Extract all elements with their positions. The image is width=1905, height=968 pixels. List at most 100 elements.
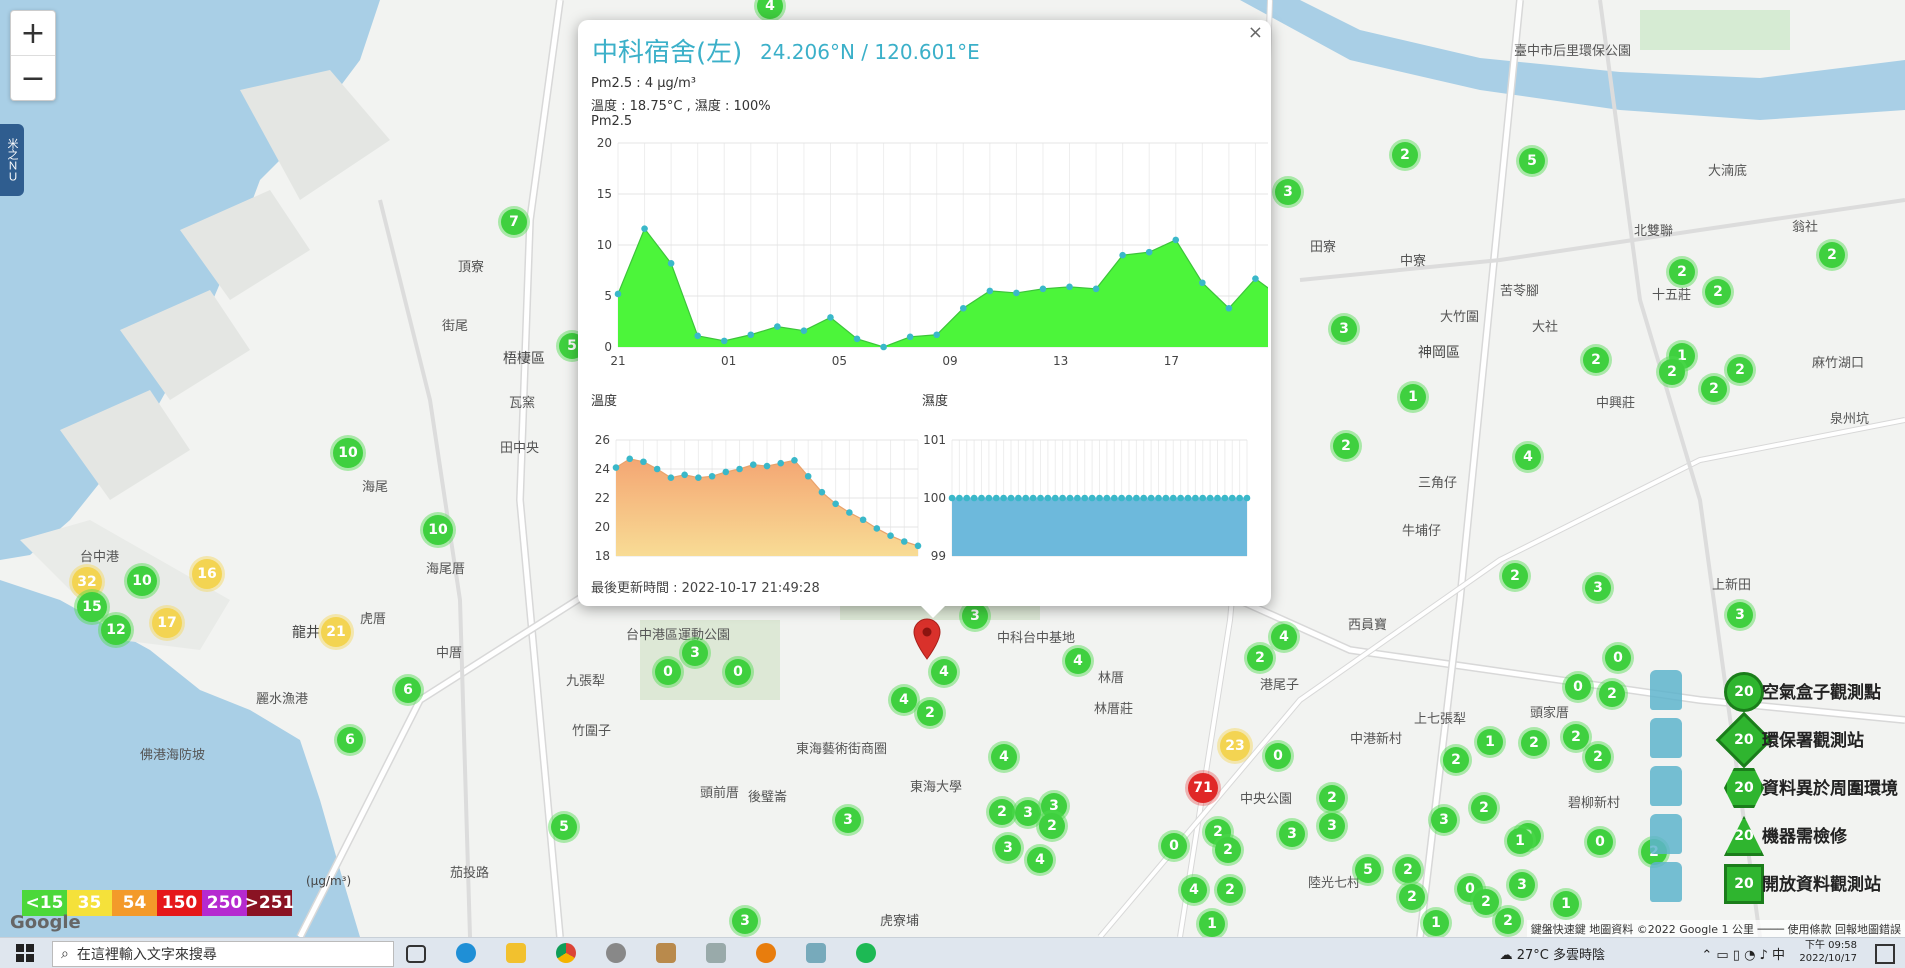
station-cluster-marker[interactable]: 4 (1271, 624, 1297, 650)
station-cluster-marker[interactable]: 10 (127, 566, 157, 596)
station-cluster-marker[interactable]: 4 (991, 744, 1017, 770)
app-icon-b[interactable] (656, 943, 676, 963)
station-cluster-marker[interactable]: 2 (1502, 563, 1528, 589)
side-panel-tab[interactable]: 米之ＮＵ (0, 124, 24, 196)
station-cluster-marker[interactable]: 2 (1521, 730, 1547, 756)
station-cluster-marker[interactable]: 3 (1431, 807, 1457, 833)
station-cluster-marker[interactable]: 2 (1333, 433, 1359, 459)
station-cluster-marker[interactable]: 0 (655, 659, 681, 685)
station-cluster-marker[interactable]: 7 (501, 209, 527, 235)
station-cluster-marker[interactable]: 23 (1220, 731, 1250, 761)
map-canvas[interactable]: 梧棲區 神岡區 龍井 臺中市后里環保公園 頂寮 街尾 瓦窯 田中央 海尾 海尾厝 虎厝 中厝 九張犁 竹圍… (0, 0, 1905, 937)
station-cluster-marker[interactable]: 2 (989, 799, 1015, 825)
station-cluster-marker[interactable]: 2 (1701, 376, 1727, 402)
station-cluster-marker[interactable]: 2 (1392, 142, 1418, 168)
notification-icon[interactable] (1875, 944, 1895, 964)
station-cluster-marker[interactable]: 3 (835, 807, 861, 833)
station-cluster-marker[interactable]: 1 (1199, 911, 1225, 937)
station-cluster-marker[interactable]: 16 (192, 559, 222, 589)
map-attribution[interactable]: 鍵盤快速鍵 地圖資料 ©2022 Google 1 公里 ──── 使用條款 回… (1526, 920, 1905, 937)
file-explorer-icon[interactable] (506, 943, 526, 963)
station-cluster-marker[interactable]: 2 (917, 700, 943, 726)
station-cluster-marker[interactable]: 2 (1319, 785, 1345, 811)
station-cluster-marker[interactable]: 10 (333, 438, 363, 468)
station-cluster-marker[interactable]: 0 (725, 659, 751, 685)
station-cluster-marker[interactable]: 2 (1563, 724, 1589, 750)
station-cluster-marker[interactable]: 2 (1215, 837, 1241, 863)
station-cluster-marker[interactable]: 4 (891, 687, 917, 713)
station-cluster-marker[interactable]: 2 (1659, 359, 1685, 385)
edge-icon[interactable] (456, 943, 476, 963)
station-cluster-marker[interactable]: 3 (1727, 602, 1753, 628)
station-cluster-marker[interactable]: 2 (1583, 347, 1609, 373)
station-cluster-marker[interactable]: 1 (1553, 891, 1579, 917)
station-cluster-marker[interactable]: 2 (1727, 357, 1753, 383)
station-cluster-marker[interactable]: 0 (1565, 674, 1591, 700)
taskbar-search-box[interactable]: ⌕ 在這裡輸入文字來搜尋 (52, 941, 394, 967)
station-cluster-marker[interactable]: 2 (1705, 279, 1731, 305)
station-cluster-marker[interactable]: 2 (1599, 681, 1625, 707)
taskbar-clock[interactable]: 下午 09:58 2022/10/17 (1799, 939, 1857, 965)
chrome-icon[interactable] (556, 943, 576, 963)
station-cluster-marker[interactable]: 4 (1065, 648, 1091, 674)
station-cluster-marker[interactable]: 5 (1355, 857, 1381, 883)
station-cluster-marker[interactable]: 2 (1471, 795, 1497, 821)
system-tray[interactable]: ⌃ ▭ ▯ ◔ ♪ 中 (1701, 944, 1785, 963)
station-cluster-marker[interactable]: 4 (1515, 444, 1541, 470)
app-icon-a[interactable] (606, 943, 626, 963)
station-cluster-marker[interactable]: 1 (1477, 729, 1503, 755)
station-cluster-marker[interactable]: 3 (1275, 179, 1301, 205)
station-cluster-marker[interactable]: 2 (1669, 259, 1695, 285)
station-cluster-marker[interactable]: 21 (321, 617, 351, 647)
station-cluster-marker[interactable]: 3 (732, 908, 758, 934)
station-cluster-marker[interactable]: 2 (1399, 884, 1425, 910)
zoom-out-button[interactable]: − (11, 55, 55, 100)
station-cluster-marker[interactable]: 1 (1400, 384, 1426, 410)
station-cluster-marker[interactable]: 3 (682, 640, 708, 666)
station-cluster-marker[interactable]: 0 (1161, 833, 1187, 859)
station-cluster-marker[interactable]: 4 (931, 659, 957, 685)
taskbar-weather[interactable]: ☁ 27°C 多雲時陰 (1500, 944, 1605, 963)
station-cluster-marker[interactable]: 2 (1585, 744, 1611, 770)
station-cluster-marker[interactable]: 5 (1519, 148, 1545, 174)
station-cluster-marker[interactable]: 2 (1819, 242, 1845, 268)
station-cluster-marker[interactable]: 4 (1027, 847, 1053, 873)
station-cluster-marker[interactable]: 3 (1319, 813, 1345, 839)
station-cluster-marker[interactable]: 2 (1217, 877, 1243, 903)
zoom-in-button[interactable]: + (11, 11, 55, 55)
station-cluster-marker[interactable]: 2 (1473, 889, 1499, 915)
station-cluster-marker[interactable]: 4 (1181, 877, 1207, 903)
station-cluster-marker[interactable]: 3 (995, 835, 1021, 861)
station-cluster-marker[interactable]: 2 (1039, 813, 1065, 839)
station-cluster-marker[interactable]: 3 (1509, 872, 1535, 898)
station-cluster-marker[interactable]: 17 (152, 608, 182, 638)
station-cluster-marker[interactable]: 2 (1247, 645, 1273, 671)
station-cluster-marker[interactable]: 5 (551, 814, 577, 840)
task-view-icon[interactable] (406, 945, 426, 963)
station-cluster-marker[interactable]: 1 (1423, 910, 1449, 936)
station-cluster-marker[interactable]: 71 (1188, 773, 1218, 803)
station-cluster-marker[interactable]: 10 (423, 515, 453, 545)
station-cluster-marker[interactable]: 3 (962, 603, 988, 629)
station-cluster-marker[interactable]: 6 (337, 727, 363, 753)
selected-location-marker[interactable] (912, 618, 942, 660)
station-cluster-marker[interactable]: 0 (1587, 829, 1613, 855)
station-cluster-marker[interactable]: 2 (1495, 908, 1521, 934)
station-cluster-marker[interactable]: 0 (1265, 743, 1291, 769)
spotify-icon[interactable] (856, 943, 876, 963)
app-icon-d[interactable] (806, 943, 826, 963)
station-cluster-marker[interactable]: 15 (77, 592, 107, 622)
station-cluster-marker[interactable]: 3 (1585, 575, 1611, 601)
station-cluster-marker[interactable]: 2 (1395, 857, 1421, 883)
station-cluster-marker[interactable]: 0 (1605, 645, 1631, 671)
station-cluster-marker[interactable]: 2 (1443, 747, 1469, 773)
blender-icon[interactable] (756, 943, 776, 963)
station-cluster-marker[interactable]: 3 (1331, 316, 1357, 342)
station-cluster-marker[interactable]: 3 (1015, 800, 1041, 826)
station-cluster-marker[interactable]: 12 (101, 615, 131, 645)
station-cluster-marker[interactable]: 3 (1279, 821, 1305, 847)
station-cluster-marker[interactable]: 6 (395, 677, 421, 703)
app-icon-c[interactable] (706, 943, 726, 963)
close-icon[interactable]: × (1248, 22, 1263, 43)
windows-start-icon[interactable] (16, 944, 34, 962)
